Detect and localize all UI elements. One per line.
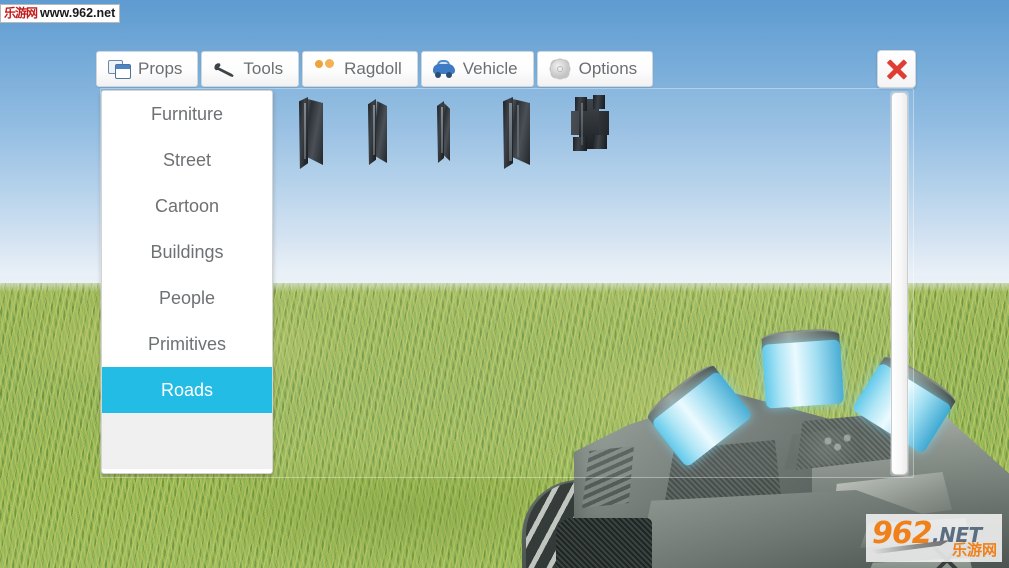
sidebar-item-cartoon[interactable]: Cartoon [102, 183, 272, 229]
tab-vehicle-label: Vehicle [462, 59, 518, 78]
prop-item-road-straight-narrow[interactable] [365, 93, 409, 175]
watermark-top-brand: 乐游网 [4, 6, 38, 20]
watermark-bottom: 962 .NET 乐游网 [866, 514, 1002, 562]
sidebar-item-label: Primitives [147, 333, 226, 354]
close-button[interactable] [877, 50, 916, 88]
tab-props-label: Props [138, 59, 183, 78]
sidebar-item-label: Furniture [150, 103, 224, 124]
game-window: 乐游网 www.962.net Props Tools Ragdoll Vehi… [0, 0, 1009, 568]
tab-ragdoll[interactable]: Ragdoll [302, 51, 418, 87]
tank-wheel-mesh [556, 518, 652, 568]
content-scrollbar[interactable] [890, 91, 909, 476]
sidebar-item-primitives[interactable]: Primitives [102, 321, 272, 367]
scrollbar-thumb[interactable] [891, 92, 908, 475]
sidebar-item-people[interactable]: People [102, 275, 272, 321]
watermark-bottom-brand: 乐游网 [951, 542, 997, 559]
prop-item-road-straight-thin[interactable] [433, 93, 477, 175]
tab-tools[interactable]: Tools [201, 51, 300, 87]
prop-item-road-crossroad[interactable] [569, 93, 613, 175]
sidebar-item-label: People [158, 287, 216, 308]
sidebar-empty-area [102, 413, 272, 469]
prop-item-road-straight-double[interactable] [501, 93, 545, 175]
prop-item-road-straight-wide[interactable] [297, 93, 341, 175]
watermark-top: 乐游网 www.962.net [0, 4, 121, 23]
main-tabbar: Props Tools Ragdoll Vehicle Options [96, 51, 654, 87]
tab-tools-label: Tools [243, 59, 284, 78]
sidebar-item-buildings[interactable]: Buildings [102, 229, 272, 275]
sidebar-item-street[interactable]: Street [102, 137, 272, 183]
category-sidebar[interactable]: Furniture Street Cartoon Buildings Peopl… [101, 90, 273, 474]
windows-icon [108, 59, 131, 79]
sidebar-item-roads[interactable]: Roads [102, 367, 272, 413]
people-icon [314, 59, 336, 79]
tab-vehicle[interactable]: Vehicle [420, 51, 534, 87]
prop-thumbnail-grid [297, 93, 613, 175]
sidebar-item-furniture[interactable]: Furniture [102, 91, 272, 137]
car-icon [432, 59, 455, 79]
watermark-top-url: www.962.net [40, 6, 116, 20]
tab-ragdoll-label: Ragdoll [344, 59, 402, 78]
sidebar-item-label: Street [162, 149, 212, 170]
gear-icon [549, 59, 571, 79]
tab-options-label: Options [578, 59, 638, 78]
wrench-icon [213, 59, 235, 79]
sidebar-item-label: Buildings [150, 241, 224, 262]
sidebar-item-label: Roads [160, 379, 214, 400]
sidebar-item-label: Cartoon [154, 195, 220, 216]
tab-options[interactable]: Options [536, 51, 654, 87]
tab-props[interactable]: Props [96, 51, 199, 87]
